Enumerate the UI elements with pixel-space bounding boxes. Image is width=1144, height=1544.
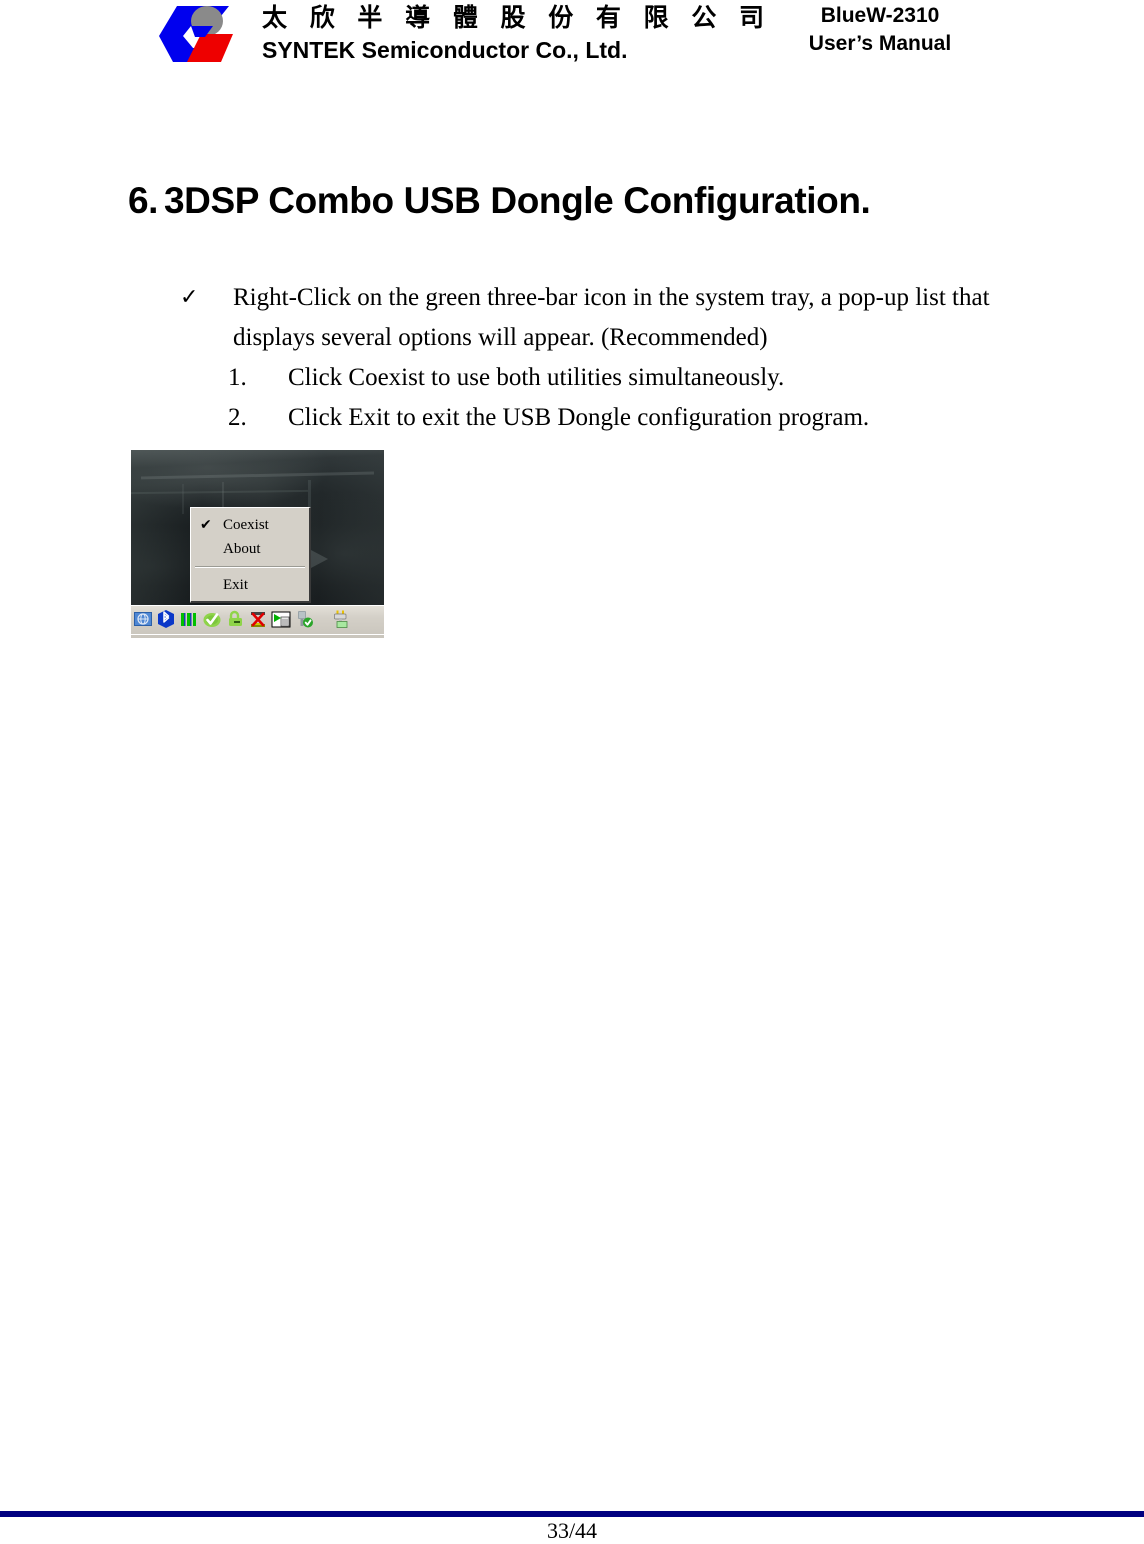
- page-header: 太 欣 半 導 體 股 份 有 限 公 司 SYNTEK Semiconduct…: [0, 0, 1144, 86]
- taskbar-divider: [131, 634, 384, 635]
- media-folder-icon[interactable]: [271, 609, 291, 629]
- main-content: ✓ Right-Click on the green three-bar ico…: [0, 278, 1144, 438]
- checkmark-bullet-item: ✓ Right-Click on the green three-bar ico…: [180, 278, 1010, 358]
- company-name-block: 太 欣 半 導 體 股 份 有 限 公 司 SYNTEK Semiconduct…: [262, 2, 772, 66]
- menu-item-label: About: [223, 541, 261, 557]
- document-type: User’s Manual: [808, 32, 952, 55]
- green-shield-check-icon[interactable]: [202, 609, 222, 629]
- system-tray: [131, 607, 384, 631]
- green-lock-icon[interactable]: [225, 609, 245, 629]
- menu-item-label: Exit: [223, 577, 248, 593]
- step-text: Click Exit to exit the USB Dongle config…: [288, 404, 870, 431]
- wallpaper-detail: [141, 472, 374, 480]
- step-number: 2.: [228, 404, 247, 431]
- bluetooth-icon[interactable]: [156, 609, 176, 629]
- menu-item-exit[interactable]: Exit: [191, 573, 309, 597]
- page-title: 6. 3DSP Combo USB Dongle Configuration.: [128, 178, 1078, 224]
- section-number: 6.: [128, 180, 159, 221]
- section-title: 3DSP Combo USB Dongle Configuration.: [164, 180, 871, 221]
- usb-device-check-icon[interactable]: [294, 609, 314, 629]
- numbered-step-list: 1. Click Coexist to use both utilities s…: [228, 358, 1028, 438]
- product-name: BlueW-2310: [820, 4, 940, 27]
- page-number: 33/44: [546, 1518, 598, 1543]
- step-text: Click Coexist to use both utilities simu…: [288, 364, 785, 391]
- company-name-english: SYNTEK Semiconductor Co., Ltd.: [262, 37, 628, 63]
- manual-title-block: BlueW-2310 User’s Manual: [700, 2, 1060, 58]
- list-item: 1. Click Coexist to use both utilities s…: [228, 358, 1028, 398]
- red-x-disconnect-icon[interactable]: [248, 609, 268, 629]
- check-icon: ✔: [200, 517, 212, 533]
- menu-separator: [195, 566, 305, 568]
- wallpaper-detail: [181, 483, 184, 514]
- checkmark-bullet-icon: ✓: [180, 285, 199, 310]
- windows-taskbar: [131, 605, 384, 638]
- company-name-chinese: 太 欣 半 導 體 股 份 有 限 公 司: [262, 3, 772, 32]
- wallpaper-detail: [310, 549, 328, 568]
- wallpaper-detail: [131, 490, 309, 495]
- power-plug-icon[interactable]: [331, 609, 351, 629]
- menu-item-coexist[interactable]: ✔ Coexist: [191, 513, 309, 537]
- checkmark-bullet-text: Right-Click on the green three-bar icon …: [233, 284, 990, 351]
- footer-rule: [0, 1511, 1144, 1517]
- list-item: 2. Click Exit to exit the USB Dongle con…: [228, 398, 1028, 438]
- menu-item-label: Coexist: [223, 517, 269, 533]
- tray-screenshot-figure: ✔ Coexist About Exit: [131, 450, 384, 638]
- network-monitor-icon[interactable]: [133, 609, 153, 629]
- syntek-logo-icon: [157, 4, 241, 68]
- three-bar-signal-icon[interactable]: [179, 609, 199, 629]
- tray-context-menu: ✔ Coexist About Exit: [190, 507, 311, 603]
- step-number: 1.: [228, 364, 247, 391]
- menu-item-about[interactable]: About: [191, 537, 309, 561]
